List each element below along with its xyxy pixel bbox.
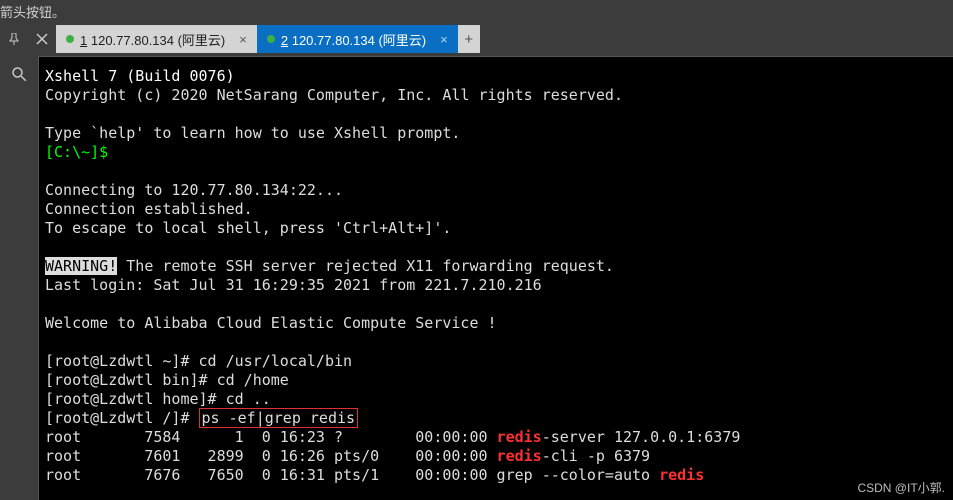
banner-line: Xshell 7 (Build 0076) [45, 67, 235, 85]
watermark-text: CSDN @IT小郭. [857, 479, 945, 496]
warning-badge: WARNING! [45, 257, 117, 275]
search-icon[interactable] [7, 62, 31, 86]
shell-prompt: [root@Lzdwtl home]# [45, 390, 226, 408]
status-dot-icon [66, 35, 74, 43]
welcome-line: Welcome to Alibaba Cloud Elastic Compute… [45, 314, 497, 332]
tab-number: 2 [281, 33, 288, 48]
close-icon[interactable] [34, 31, 50, 47]
match-highlight: redis [659, 466, 704, 484]
tab-close-icon[interactable]: × [440, 32, 448, 47]
shell-prompt: [root@Lzdwtl bin]# [45, 371, 217, 389]
pin-icon[interactable] [6, 31, 22, 47]
tab-number: 1 [80, 33, 87, 48]
escape-line: To escape to local shell, press 'Ctrl+Al… [45, 219, 451, 237]
established-line: Connection established. [45, 200, 253, 218]
last-login-line: Last login: Sat Jul 31 16:29:35 2021 fro… [45, 276, 542, 294]
shell-prompt: [root@Lzdwtl /]# [45, 409, 199, 427]
window-titlebar: 1 120.77.80.134 (阿里云) × 2 120.77.80.134 … [0, 25, 953, 53]
tab-label: 120.77.80.134 (阿里云) [91, 33, 225, 48]
shell-command: cd /home [217, 371, 289, 389]
tab-bar: 1 120.77.80.134 (阿里云) × 2 120.77.80.134 … [56, 25, 953, 53]
match-highlight: redis [497, 428, 542, 446]
connecting-line: Connecting to 120.77.80.134:22... [45, 181, 343, 199]
tab-close-icon[interactable]: × [239, 32, 247, 47]
warning-text: The remote SSH server rejected X11 forwa… [117, 257, 614, 275]
shell-command: cd .. [226, 390, 271, 408]
ps-row: root 7676 7650 0 16:31 pts/1 00:00:00 gr… [45, 466, 659, 484]
status-dot-icon [267, 35, 275, 43]
shell-prompt: [root@Lzdwtl ~]# [45, 352, 199, 370]
tab-label: 120.77.80.134 (阿里云) [292, 33, 426, 48]
left-sidebar [0, 56, 38, 500]
highlighted-command: ps -ef|grep redis [199, 408, 359, 428]
tab-session-2[interactable]: 2 120.77.80.134 (阿里云) × [257, 25, 458, 53]
ps-row: root 7601 2899 0 16:26 pts/0 00:00:00 [45, 447, 497, 465]
add-tab-button[interactable]: + [458, 25, 480, 53]
shell-command: cd /usr/local/bin [199, 352, 353, 370]
tab-session-1[interactable]: 1 120.77.80.134 (阿里云) × [56, 25, 257, 53]
match-highlight: redis [497, 447, 542, 465]
ps-row: root 7584 1 0 16:23 ? 00:00:00 [45, 428, 497, 446]
terminal-output[interactable]: Xshell 7 (Build 0076) Copyright (c) 2020… [38, 56, 953, 500]
copyright-line: Copyright (c) 2020 NetSarang Computer, I… [45, 86, 623, 104]
local-prompt: [C:\~]$ [45, 143, 108, 161]
ps-row-tail: -cli -p 6379 [542, 447, 650, 465]
top-hint-text: 箭头按钮。 [0, 0, 953, 25]
ps-row-tail: -server 127.0.0.1:6379 [542, 428, 741, 446]
help-line: Type `help' to learn how to use Xshell p… [45, 124, 460, 142]
